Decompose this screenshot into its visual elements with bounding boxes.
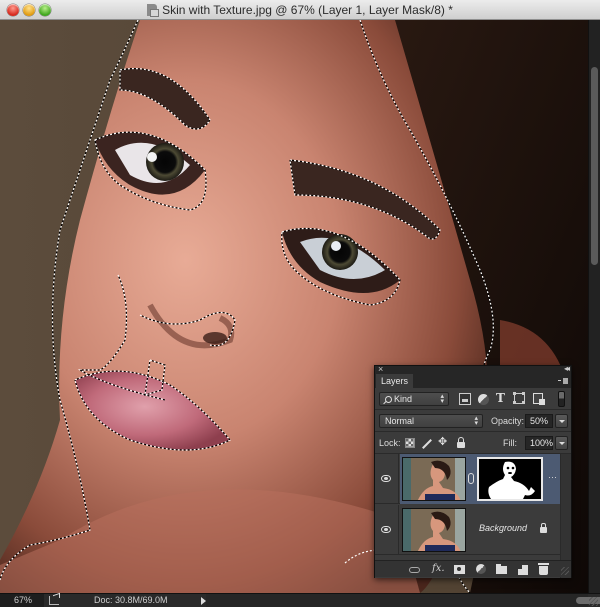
collapse-panel-icon[interactable]: ◂◂ (564, 364, 570, 373)
lock-icon (540, 523, 547, 533)
opacity-input[interactable]: 50% (525, 414, 553, 428)
filter-toggle[interactable] (558, 391, 565, 407)
window-title-bar: Skin with Texture.jpg @ 67% (Layer 1, La… (0, 0, 600, 20)
fx-icon[interactable]: fx. (432, 563, 445, 574)
layers-panel-footer: fx. (375, 560, 571, 577)
horizontal-scrollbar[interactable] (206, 594, 600, 607)
layer-content[interactable]: ··· (400, 454, 561, 504)
filter-kind-label: Kind (394, 394, 413, 404)
layer-thumbnail (402, 508, 466, 552)
resize-grip-icon[interactable] (561, 567, 569, 575)
layer-name[interactable]: Background (479, 523, 527, 533)
layer-mask-thumbnail[interactable] (477, 457, 543, 501)
right-eye-highlight (331, 241, 341, 251)
panel-tabs: Layers (375, 374, 571, 388)
blend-row: Normal ▴ ▾ Opacity: 50% (375, 410, 571, 432)
layer-row-background[interactable]: Background (375, 505, 561, 555)
lock-position-icon[interactable]: ✥ (438, 435, 447, 448)
left-eye-highlight (147, 152, 157, 162)
fill-input[interactable]: 100% (525, 436, 553, 450)
eye-icon[interactable] (381, 475, 391, 482)
lock-row: Lock: ✥ Fill: 100% (375, 432, 571, 454)
fill-dropdown-button[interactable] (555, 436, 568, 450)
share-icon[interactable] (49, 596, 59, 605)
window-resize-grip-icon[interactable] (589, 597, 598, 606)
right-iris (322, 234, 358, 270)
nostril (203, 332, 227, 344)
adjustment-layer-filter-icon[interactable] (478, 394, 489, 405)
mask-link-icon[interactable] (468, 473, 474, 484)
new-layer-icon[interactable] (518, 565, 528, 575)
visibility-cell[interactable] (375, 454, 399, 504)
zoom-level[interactable]: 67% (14, 595, 32, 605)
new-adjustment-icon[interactable] (476, 564, 486, 574)
status-bar: 67% Doc: 30.8M/69.0M (0, 593, 600, 607)
type-layer-filter-icon[interactable]: T (496, 391, 508, 405)
layer-row-layer-1[interactable]: ··· (375, 454, 561, 504)
smart-object-filter-icon[interactable] (533, 393, 545, 405)
close-panel-icon[interactable]: × (378, 364, 383, 374)
tab-layers[interactable]: Layers (376, 374, 413, 388)
add-mask-icon[interactable] (454, 565, 465, 574)
new-group-icon[interactable] (496, 564, 507, 574)
panel-menu-icon[interactable] (558, 378, 568, 384)
lock-all-icon[interactable] (457, 437, 465, 448)
fill-label: Fill: (503, 438, 517, 448)
lock-label: Lock: (379, 438, 401, 448)
filter-kind-select[interactable]: Kind ▴ ▾ (379, 392, 449, 406)
updown-arrows-icon: ▴ ▾ (474, 415, 478, 427)
link-layers-icon[interactable] (409, 567, 420, 573)
blend-mode-value: Normal (385, 416, 415, 426)
panel-header-strip: × ◂◂ (375, 364, 571, 374)
more-icon: ··· (548, 472, 557, 482)
document-icon (147, 4, 160, 17)
eye-icon[interactable] (381, 526, 391, 533)
updown-arrows-icon: ▴ ▾ (440, 393, 444, 405)
vertical-scroll-thumb[interactable] (591, 67, 598, 265)
window-title-text: Skin with Texture.jpg @ 67% (Layer 1, La… (162, 3, 453, 17)
lock-transparent-pixels-icon[interactable] (405, 438, 415, 448)
shape-layer-filter-icon[interactable] (513, 392, 525, 404)
opacity-label: Opacity: (491, 416, 525, 426)
pixel-layer-filter-icon[interactable] (459, 393, 471, 405)
doc-size-info: Doc: 30.8M/69.0M (94, 595, 168, 605)
delete-layer-icon[interactable] (538, 563, 549, 575)
vertical-scrollbar[interactable] (588, 20, 600, 593)
lock-image-pixels-icon[interactable] (422, 439, 432, 449)
layer-thumbnail (402, 457, 466, 501)
filter-row: Kind ▴ ▾ T (375, 388, 571, 410)
layer-content[interactable]: Background (400, 505, 561, 555)
search-icon (385, 396, 392, 403)
blend-mode-select[interactable]: Normal ▴ ▾ (379, 414, 483, 428)
window-title: Skin with Texture.jpg @ 67% (Layer 1, La… (0, 3, 600, 17)
visibility-cell[interactable] (375, 505, 399, 555)
opacity-dropdown-button[interactable] (555, 414, 568, 428)
layers-panel: × ◂◂ Layers Kind ▴ ▾ T Normal ▴ ▾ Opacity:… (374, 364, 572, 578)
